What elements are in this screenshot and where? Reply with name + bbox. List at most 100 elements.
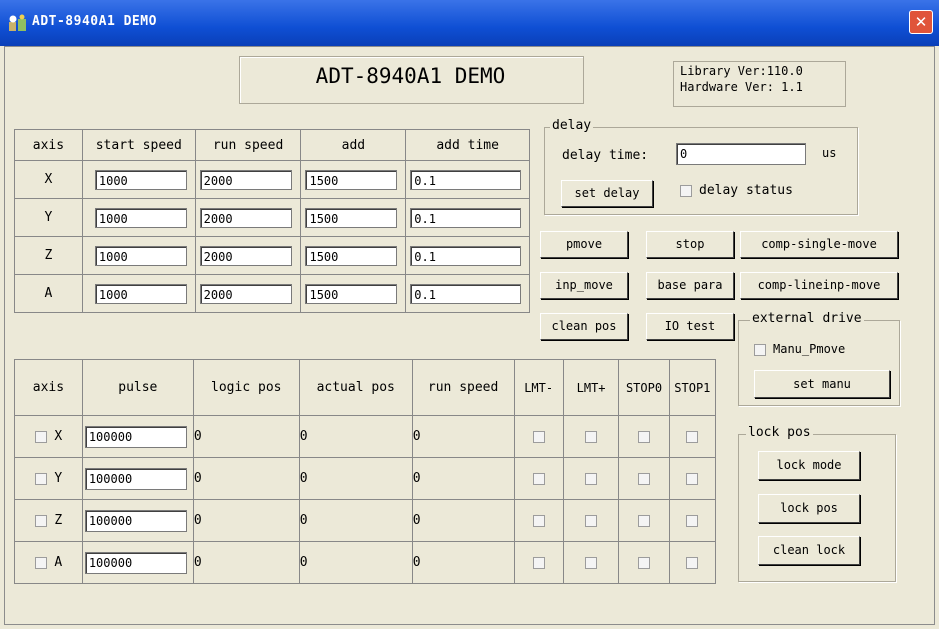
start-speed-field[interactable]: 1000: [94, 245, 187, 266]
run-speed-field[interactable]: 2000: [199, 283, 293, 304]
lmt-plus-indicator: [585, 430, 598, 443]
position-table: axis pulse logic pos actual pos run spee…: [14, 359, 717, 584]
axis-label: Y: [14, 198, 83, 237]
stop0-indicator: [638, 472, 650, 485]
add-time-field[interactable]: 0.1: [410, 283, 521, 304]
add-time-field[interactable]: 0.1: [410, 245, 521, 266]
add-field[interactable]: 1500: [305, 245, 398, 266]
speed-row-x: X 1000 2000 1500 0.1: [14, 160, 530, 199]
header-add: add: [300, 129, 407, 161]
lock-mode-button[interactable]: lock mode: [758, 451, 860, 480]
position-table-header: axis pulse logic pos actual pos run spee…: [14, 359, 717, 416]
start-speed-field[interactable]: 1000: [94, 169, 187, 190]
lmt-plus-indicator: [585, 556, 598, 569]
speed-row-y: Y 1000 2000 1500 0.1: [14, 198, 530, 237]
add-field[interactable]: 1500: [305, 169, 398, 190]
external-drive-legend: external drive: [750, 311, 864, 326]
position-row-a: A 100000 0 0 0: [14, 541, 717, 584]
add-time-field[interactable]: 0.1: [410, 169, 521, 190]
title-bar[interactable]: ADT-8940A1 DEMO ✕: [0, 0, 939, 46]
pulse-field[interactable]: 100000: [84, 551, 187, 574]
manu-pmove-checkbox[interactable]: [754, 344, 766, 356]
header-add-time: add time: [405, 129, 530, 161]
lmt-minus-indicator: [532, 472, 545, 485]
logic-pos-value: 0: [192, 541, 300, 584]
run-speed-value: 0: [411, 457, 515, 500]
lmt-minus-indicator: [532, 556, 545, 569]
axis-x-checkbox[interactable]: [34, 430, 47, 443]
lmt-plus-indicator: [585, 472, 598, 485]
add-time-field[interactable]: 0.1: [410, 207, 521, 228]
start-speed-field[interactable]: 1000: [94, 207, 187, 228]
base-para-button[interactable]: base para: [646, 272, 734, 299]
stop0-indicator: [638, 430, 650, 443]
header-logic-pos: logic pos: [192, 359, 300, 416]
add-field[interactable]: 1500: [305, 207, 398, 228]
delay-unit-label: us: [822, 146, 837, 160]
delay-time-field[interactable]: 0: [676, 143, 806, 165]
inp-move-button[interactable]: inp_move: [540, 272, 628, 299]
header-axis: axis: [14, 129, 83, 161]
stop-button[interactable]: stop: [646, 231, 734, 258]
run-speed-value: 0: [411, 415, 515, 458]
axis-label: Y: [54, 471, 63, 486]
logic-pos-value: 0: [192, 415, 300, 458]
header-run-speed: run speed: [194, 129, 302, 161]
stop0-indicator: [638, 514, 650, 527]
axis-label: Z: [14, 236, 83, 275]
axis-label: Z: [54, 513, 63, 528]
clean-lock-button[interactable]: clean lock: [758, 536, 860, 565]
pulse-field[interactable]: 100000: [84, 509, 187, 532]
pmove-button[interactable]: pmove: [540, 231, 628, 258]
header-lmt-plus: LMT+: [562, 359, 620, 416]
speed-table: axis start speed run speed add add time …: [14, 129, 530, 313]
start-speed-field[interactable]: 1000: [94, 283, 187, 304]
stop1-indicator: [686, 514, 699, 527]
axis-label: A: [54, 555, 63, 570]
set-manu-button[interactable]: set manu: [754, 370, 890, 398]
lmt-minus-indicator: [532, 514, 545, 527]
banner-title: ADT-8940A1 DEMO: [315, 64, 506, 88]
stop0-indicator: [638, 556, 650, 569]
add-field[interactable]: 1500: [305, 283, 398, 304]
run-speed-value: 0: [411, 499, 515, 542]
pulse-field[interactable]: 100000: [84, 467, 187, 490]
run-speed-field[interactable]: 2000: [199, 207, 293, 228]
header-stop1: STOP1: [668, 359, 717, 416]
set-delay-button[interactable]: set delay: [561, 180, 653, 207]
speed-row-a: A 1000 2000 1500 0.1: [14, 274, 530, 313]
close-icon[interactable]: ✕: [909, 10, 933, 34]
clean-pos-button[interactable]: clean pos: [540, 313, 628, 340]
pulse-field[interactable]: 100000: [84, 425, 187, 448]
header-pulse: pulse: [81, 359, 194, 416]
header-lmt-minus: LMT-: [513, 359, 564, 416]
axis-a-checkbox[interactable]: [34, 556, 47, 569]
run-speed-field[interactable]: 2000: [199, 169, 293, 190]
actual-pos-value: 0: [298, 541, 413, 584]
comp-lineinp-move-button[interactable]: comp-lineinp-move: [740, 272, 898, 299]
delay-time-label: delay time:: [562, 148, 649, 163]
axis-y-checkbox[interactable]: [34, 472, 47, 485]
delay-status-checkbox[interactable]: [680, 185, 692, 197]
run-speed-value: 0: [411, 541, 515, 584]
stop1-indicator: [686, 430, 699, 443]
actual-pos-value: 0: [298, 499, 413, 542]
header-stop0: STOP0: [618, 359, 670, 416]
comp-single-move-button[interactable]: comp-single-move: [740, 231, 898, 258]
position-row-y: Y 100000 0 0 0: [14, 457, 717, 500]
logic-pos-value: 0: [192, 499, 300, 542]
position-row-z: Z 100000 0 0 0: [14, 499, 717, 542]
lmt-minus-indicator: [532, 430, 545, 443]
delay-legend: delay: [550, 118, 594, 133]
axis-z-checkbox[interactable]: [34, 514, 47, 527]
axis-label: X: [54, 429, 63, 444]
run-speed-field[interactable]: 2000: [199, 245, 293, 266]
lock-pos-button[interactable]: lock pos: [758, 494, 860, 523]
axis-label: X: [14, 160, 83, 199]
io-test-button[interactable]: IO test: [646, 313, 734, 340]
stop1-indicator: [686, 472, 699, 485]
position-row-x: X 100000 0 0 0: [14, 415, 717, 458]
logic-pos-value: 0: [192, 457, 300, 500]
app-icon: [9, 14, 26, 31]
speed-row-z: Z 1000 2000 1500 0.1: [14, 236, 530, 275]
